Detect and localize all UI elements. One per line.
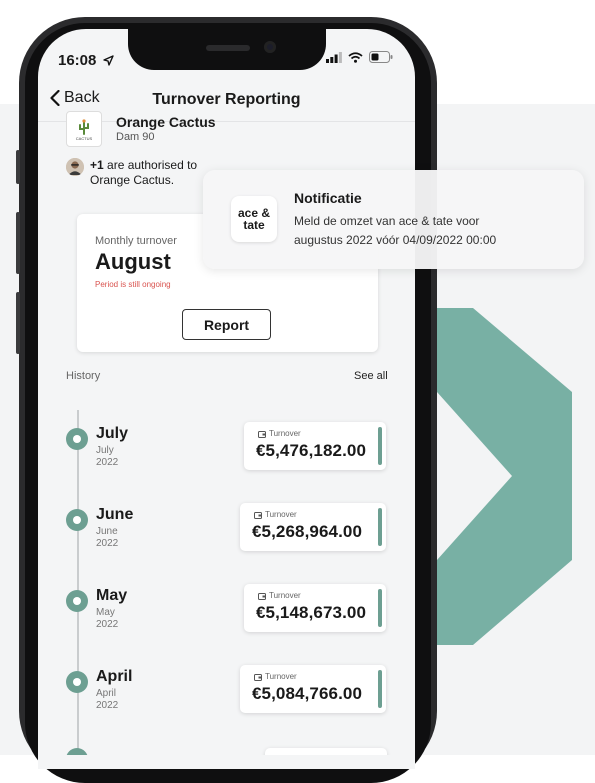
turnover-card[interactable]: Turnover €5,084,766.00	[240, 665, 386, 713]
see-all-link[interactable]: See all	[354, 370, 388, 382]
history-year: 2022	[96, 700, 119, 711]
notification-banner[interactable]: ace & tate Notificatie Meld de omzet van…	[203, 170, 584, 269]
screen-content: CACTUS Orange Cactus Dam 90 +1 are autho…	[38, 0, 415, 755]
user-avatar-icon	[66, 158, 84, 176]
timeline-dot	[66, 509, 88, 531]
authorised-count: +1	[90, 158, 104, 172]
turnover-accent-bar	[378, 589, 382, 627]
turnover-amount: €5,476,182.00	[256, 441, 367, 460]
turnover-card-next	[265, 748, 387, 755]
history-item-april[interactable]: April April 2022 Turnover €5,084,766.00	[38, 665, 415, 731]
notification-title: Notificatie	[294, 190, 362, 206]
turnover-card[interactable]: Turnover €5,268,964.00	[240, 503, 386, 551]
turnover-label: Turnover	[254, 510, 297, 519]
history-month-sub: May	[96, 607, 115, 618]
notification-body-line2: augustus 2022 vóór 04/09/2022 00:00	[294, 233, 497, 247]
turnover-label-text: Turnover	[269, 591, 301, 600]
history-year: 2022	[96, 457, 119, 468]
turnover-accent-bar	[378, 427, 382, 465]
history-month-sub: July	[96, 445, 114, 456]
volume-up-button	[16, 212, 20, 274]
timeline-dot	[66, 428, 88, 450]
monthly-turnover-label: Monthly turnover	[95, 235, 177, 247]
turnover-label: Turnover	[258, 591, 301, 600]
store-name: Orange Cactus	[116, 114, 216, 130]
store-address: Dam 90	[116, 131, 155, 143]
authorised-text: +1 are authorised to	[90, 158, 197, 172]
history-year: 2022	[96, 538, 119, 549]
turnover-label-text: Turnover	[265, 510, 297, 519]
avatar	[66, 158, 84, 176]
history-year: 2022	[96, 619, 119, 630]
period-warning: Period is still ongoing	[95, 280, 171, 289]
notification-body-line1: Meld de omzet van ace & tate voor	[294, 214, 480, 228]
turnover-accent-bar	[378, 508, 382, 546]
turnover-accent-bar	[378, 670, 382, 708]
timeline-dot	[66, 590, 88, 612]
history-item-june[interactable]: June June 2022 Turnover €5,268,964.00	[38, 503, 415, 569]
store-logo-text: CACTUS	[75, 136, 93, 141]
mute-switch	[16, 150, 20, 184]
turnover-amount: €5,268,964.00	[252, 522, 363, 541]
history-month-sub: April	[96, 688, 117, 699]
timeline-dot	[66, 671, 88, 693]
turnover-label-text: Turnover	[265, 672, 297, 681]
report-button[interactable]: Report	[182, 309, 271, 340]
store-logo: CACTUS	[66, 111, 102, 147]
volume-down-button	[16, 292, 20, 354]
history-month: May	[96, 587, 128, 604]
wallet-icon	[254, 511, 262, 519]
app-icon-line2: tate	[243, 218, 265, 232]
authorised-store: Orange Cactus.	[90, 173, 175, 187]
turnover-amount: €5,148,673.00	[256, 603, 367, 622]
turnover-card[interactable]: Turnover €5,476,182.00	[244, 422, 386, 470]
current-month: August	[95, 249, 171, 274]
turnover-label-text: Turnover	[269, 429, 301, 438]
history-item-may[interactable]: May May 2022 Turnover €5,148,673.00	[38, 584, 415, 650]
history-label: History	[66, 370, 101, 382]
turnover-card[interactable]: Turnover €5,148,673.00	[244, 584, 386, 632]
history-month: June	[96, 506, 134, 523]
history-month-sub: June	[96, 526, 118, 537]
wallet-icon	[254, 673, 262, 681]
timeline-dot-next	[66, 748, 88, 755]
turnover-amount: €5,084,766.00	[252, 684, 363, 703]
turnover-label: Turnover	[254, 672, 297, 681]
history-month: July	[96, 425, 129, 442]
turnover-label: Turnover	[258, 429, 301, 438]
history-item-july[interactable]: July July 2022 Turnover €5,476,182.00	[38, 422, 415, 488]
wallet-icon	[258, 592, 266, 600]
history-month: April	[96, 668, 133, 685]
wallet-icon	[258, 430, 266, 438]
authorised-suffix: are authorised to	[103, 158, 198, 172]
app-icon: ace & tate	[231, 196, 277, 242]
